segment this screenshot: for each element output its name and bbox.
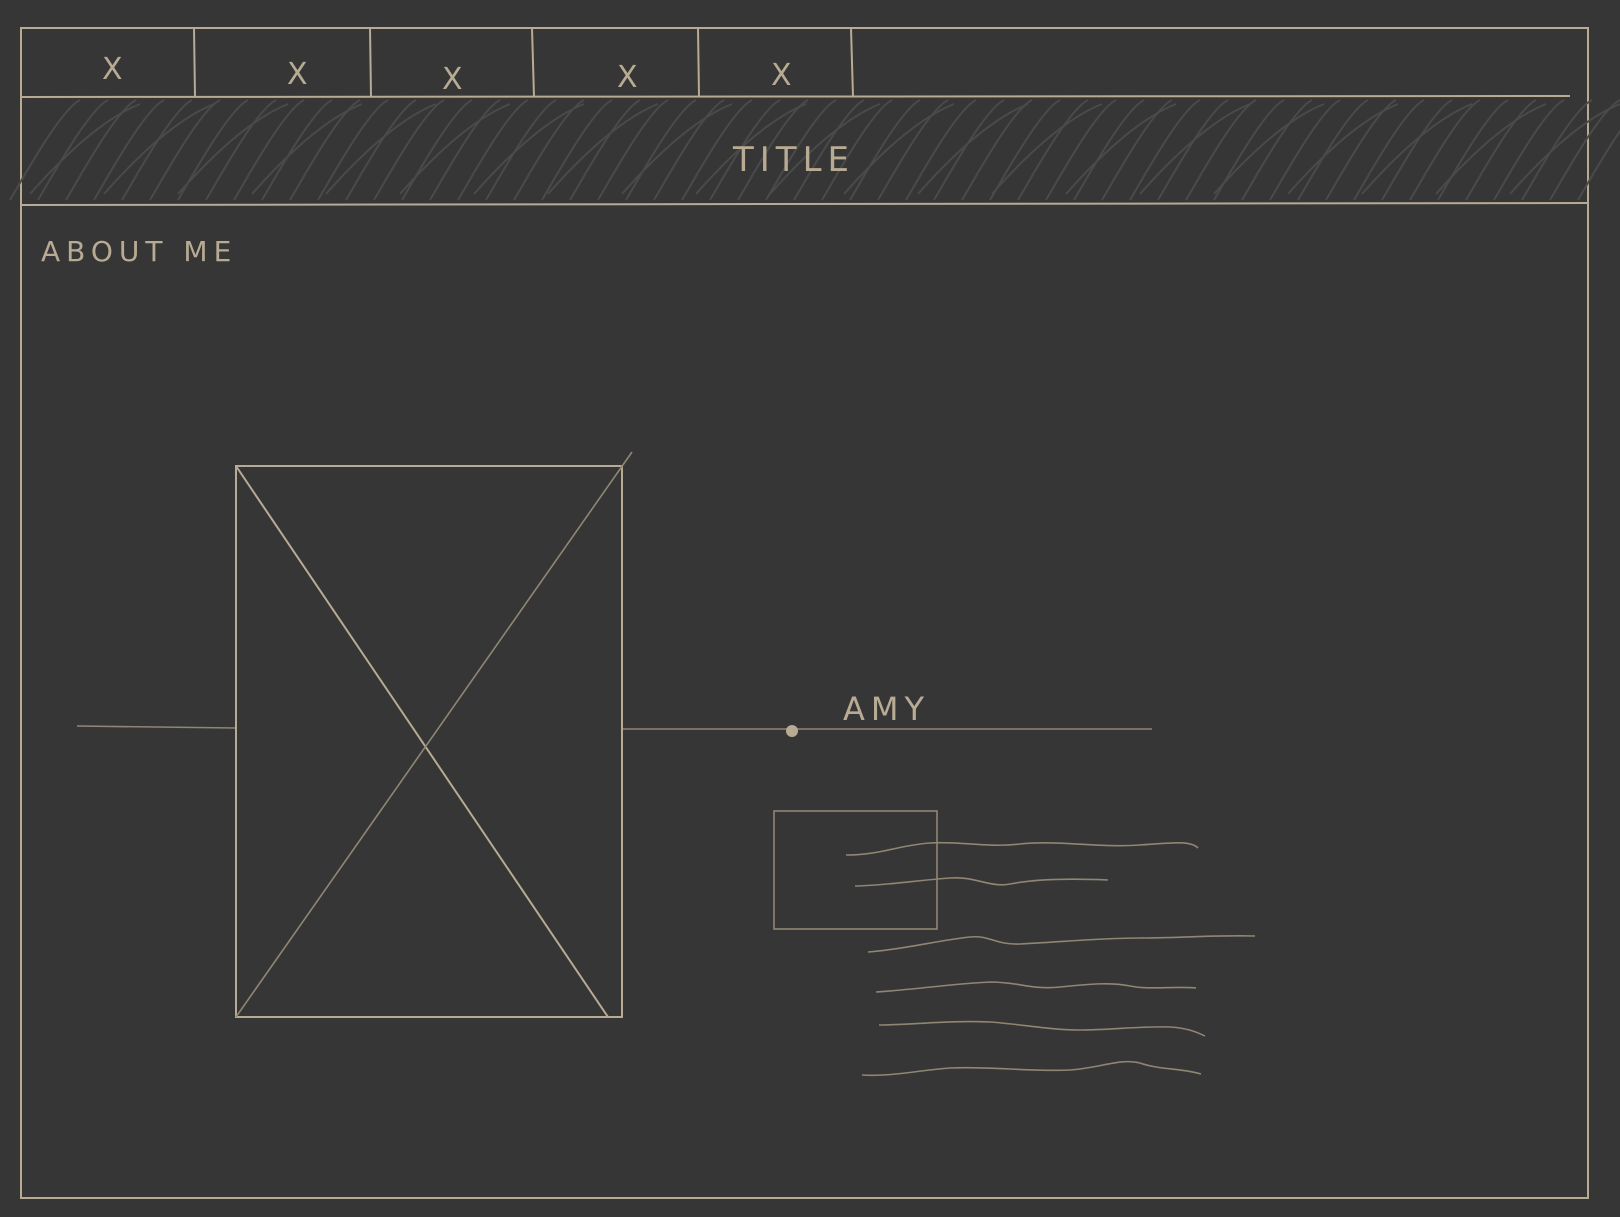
hatch-stroke <box>513 99 585 201</box>
hatch-stroke <box>121 99 193 201</box>
hatch-stroke <box>345 99 417 201</box>
tab-close-icon[interactable]: X <box>771 58 798 93</box>
hatch-stroke <box>1129 99 1201 201</box>
text-line <box>875 981 1197 993</box>
hatch-stroke <box>289 99 361 201</box>
hatch-stroke <box>1157 99 1229 201</box>
tab-2[interactable]: X <box>195 28 370 97</box>
hatch-stroke <box>177 99 249 201</box>
section-heading: ABOUT ME <box>41 235 237 268</box>
name-marker-dot <box>786 725 798 737</box>
hatch-stroke <box>541 99 613 201</box>
hatch-stroke <box>261 99 333 201</box>
hatch-stroke <box>933 99 1005 201</box>
hatch-stroke <box>1017 99 1089 201</box>
tab-close-icon[interactable]: X <box>102 52 129 87</box>
hatch-stroke <box>1139 103 1251 195</box>
tab-separator <box>697 27 700 98</box>
tab-close-icon[interactable]: X <box>617 60 644 95</box>
hatch-stroke <box>317 99 389 201</box>
tab-separator <box>193 27 196 98</box>
hatch-stroke <box>251 103 363 195</box>
hatch-stroke <box>905 99 977 201</box>
hatch-stroke <box>1213 103 1325 195</box>
hatch-stroke <box>473 103 585 195</box>
tab-separator <box>369 27 372 98</box>
hatch-stroke <box>177 103 289 195</box>
text-line <box>867 935 1256 953</box>
tab-close-icon[interactable]: X <box>442 62 469 97</box>
hatch-stroke <box>849 99 921 201</box>
page-title: TITLE <box>732 140 855 180</box>
hatch-stroke <box>65 99 137 201</box>
hatch-stroke <box>1381 99 1453 201</box>
text-placeholder-lines <box>845 841 1256 1077</box>
hatch-stroke <box>103 103 215 195</box>
hatch-stroke <box>1509 103 1620 195</box>
header-divider <box>20 202 1589 206</box>
tab-1[interactable]: X <box>21 28 194 97</box>
hatch-stroke <box>877 99 949 201</box>
image-placeholder <box>235 451 633 1018</box>
tab-close-icon[interactable]: X <box>287 57 314 92</box>
hatch-stroke <box>1297 99 1369 201</box>
hatch-stroke <box>1213 99 1285 201</box>
tab-4[interactable]: X <box>534 28 698 97</box>
tab-5[interactable]: X <box>699 28 851 97</box>
profile-name: AMY <box>843 690 930 728</box>
hatch-stroke <box>597 99 669 201</box>
content-guide-line <box>76 725 237 729</box>
text-line <box>854 877 1109 887</box>
hatch-stroke <box>93 99 165 201</box>
hatch-stroke <box>961 99 1033 201</box>
hatch-stroke <box>1521 99 1593 201</box>
hatch-stroke <box>1325 99 1397 201</box>
text-line <box>861 1060 1202 1077</box>
text-line <box>845 841 1199 856</box>
text-line <box>878 1020 1206 1037</box>
tab-separator <box>850 27 854 98</box>
hatch-stroke <box>1101 99 1173 201</box>
wireframe-sketch: X X X X X TITLE ABOUT ME AMY <box>9 27 1620 1199</box>
hatch-stroke <box>1287 103 1399 195</box>
hatch-stroke <box>1549 99 1620 201</box>
hatch-stroke <box>1353 99 1425 201</box>
hatch-stroke <box>547 103 659 195</box>
tab-3[interactable]: X <box>371 28 532 97</box>
hatch-stroke <box>485 99 557 201</box>
small-thumbnail-placeholder <box>773 810 938 930</box>
tab-separator <box>531 27 535 98</box>
